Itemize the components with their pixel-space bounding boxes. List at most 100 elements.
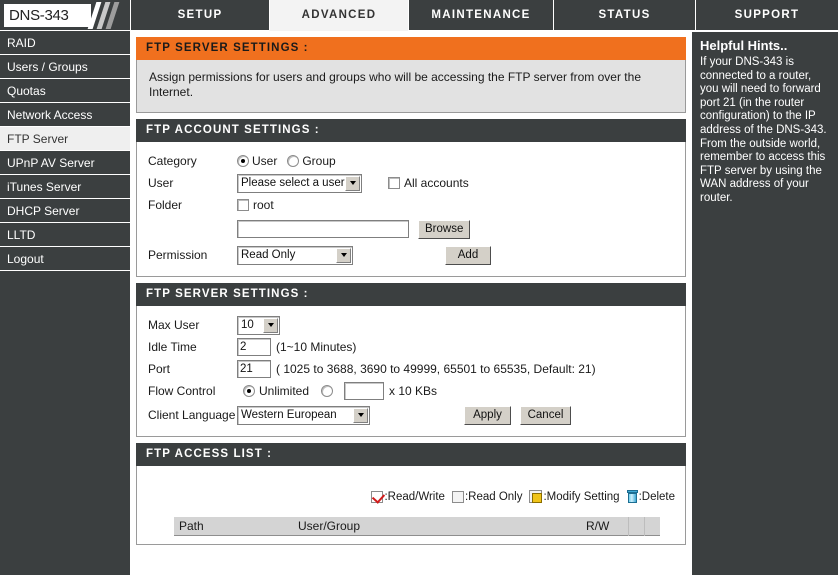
ftp-server-form: Max User 10 Idle Time (1~10 Minute: [137, 306, 685, 436]
flow-unlimited-radio[interactable]: [243, 385, 255, 397]
all-accounts-label: All accounts: [404, 176, 469, 190]
port-row: Port ( 1025 to 3688, 3690 to 49999, 6550…: [137, 358, 685, 380]
sidebar-item-logout[interactable]: Logout: [0, 247, 130, 271]
folder-row: Folder root: [137, 194, 685, 216]
browse-button[interactable]: Browse: [418, 219, 471, 239]
tab-status[interactable]: STATUS: [553, 0, 695, 31]
flow-rate-unit: x 10 KBs: [389, 384, 438, 398]
root-label: root: [253, 198, 274, 212]
sidebar-item-raid[interactable]: RAID: [0, 31, 130, 55]
chevron-down-icon: [353, 407, 368, 423]
permission-label: Permission: [148, 248, 208, 262]
max-user-select[interactable]: 10: [237, 315, 280, 335]
user-fields: Please select a user All accounts: [237, 173, 685, 193]
flow-rate-input[interactable]: [344, 382, 385, 400]
ftp-account-settings-panel: FTP ACCOUNT SETTINGS : Category User Gro…: [136, 119, 686, 277]
tab-setup[interactable]: SETUP: [131, 0, 269, 31]
client-language-select-value: Western European: [241, 409, 337, 421]
root-checkbox[interactable]: [237, 199, 249, 211]
ftp-server-settings-title: FTP SERVER SETTINGS :: [136, 283, 686, 306]
ftp-server-intro-title: FTP SERVER SETTINGS :: [136, 37, 686, 60]
idle-time-row: Idle Time (1~10 Minutes): [137, 336, 685, 358]
access-list-legend: :Read/Write :Read Only :Modify Setting :…: [137, 490, 675, 503]
apply-button[interactable]: Apply: [464, 405, 511, 425]
cancel-button[interactable]: Cancel: [520, 405, 571, 425]
sidebar-item-upnp-av-server[interactable]: UPnP AV Server: [0, 151, 130, 175]
permission-row: Permission Read Only Add: [137, 244, 685, 266]
port-fields: ( 1025 to 3688, 3690 to 49999, 65501 to …: [237, 360, 685, 378]
folder-path-input[interactable]: [237, 220, 409, 238]
flow-unlimited-label: Unlimited: [259, 384, 310, 398]
flow-control-label: Flow Control: [148, 384, 216, 398]
flow-control-fields: Unlimited x 10 KBs: [237, 382, 685, 400]
legend-delete-label: :Delete: [638, 490, 675, 503]
ftp-account-settings-body: Category User Group User Please select a…: [136, 142, 686, 277]
ftp-server-settings-panel: FTP SERVER SETTINGS : Max User 10 Idle T…: [136, 283, 686, 437]
max-user-fields: 10: [237, 315, 685, 335]
tab-maintenance[interactable]: MAINTENANCE: [408, 0, 553, 31]
permission-select[interactable]: Read Only: [237, 245, 353, 265]
idle-time-input[interactable]: [237, 338, 271, 356]
access-list-table-header: Path User/Group R/W: [174, 516, 660, 536]
logo-text: DNS-343: [4, 4, 91, 27]
legend-modify-setting: :Modify Setting: [529, 490, 620, 503]
folder-fields: root: [237, 198, 685, 212]
sidebar-item-itunes-server[interactable]: iTunes Server: [0, 175, 130, 199]
idle-time-hint: (1~10 Minutes): [276, 340, 357, 354]
permission-fields: Read Only Add: [237, 245, 685, 265]
client-language-fields: Western European Apply Cancel: [237, 405, 685, 425]
add-button[interactable]: Add: [445, 245, 491, 265]
sidebar-item-dhcp-server[interactable]: DHCP Server: [0, 199, 130, 223]
chevron-down-icon: [345, 175, 360, 191]
user-row: User Please select a user All accounts: [137, 172, 685, 194]
max-user-label: Max User: [148, 318, 200, 332]
folder-path-fields: Browse: [237, 219, 685, 239]
category-user-label: User: [252, 154, 278, 168]
legend-read-write: :Read/Write: [371, 490, 445, 503]
tab-advanced[interactable]: ADVANCED: [269, 0, 408, 31]
column-header-user-group: User/Group: [298, 519, 361, 533]
category-fields: User Group: [237, 154, 685, 168]
category-group-label: Group: [302, 154, 336, 168]
port-input[interactable]: [237, 360, 271, 378]
category-user-radio[interactable]: [237, 155, 249, 167]
user-select[interactable]: Please select a user: [237, 173, 362, 193]
port-label: Port: [148, 362, 171, 376]
tab-support[interactable]: SUPPORT: [695, 0, 838, 31]
sidebar-item-ftp-server[interactable]: FTP Server: [0, 127, 130, 151]
helpful-hints-body: If your DNS-343 is connected to a router…: [700, 56, 827, 204]
modify-setting-icon: [529, 490, 543, 503]
ftp-access-list-panel: FTP ACCESS LIST : :Read/Write :Read Only…: [136, 443, 686, 545]
idle-time-label: Idle Time: [148, 340, 197, 354]
permission-select-value: Read Only: [241, 249, 296, 261]
main-content: FTP SERVER SETTINGS : Assign permissions…: [131, 31, 691, 575]
sidebar-item-lltd[interactable]: LLTD: [0, 223, 130, 247]
flow-control-row: Flow Control Unlimited x 10 KBs: [137, 380, 685, 402]
category-group-radio[interactable]: [287, 155, 300, 167]
helpful-hints-title: Helpful Hints..: [700, 38, 788, 53]
ftp-server-settings-body: Max User 10 Idle Time (1~10 Minute: [136, 306, 686, 437]
all-accounts-checkbox[interactable]: [388, 177, 400, 189]
user-select-value: Please select a user: [241, 177, 345, 189]
legend-delete: :Delete: [626, 490, 675, 503]
column-header-delete: [644, 516, 660, 536]
client-language-select[interactable]: Western European: [237, 405, 370, 425]
sidebar-item-quotas[interactable]: Quotas: [0, 79, 130, 103]
category-row: Category User Group: [137, 150, 685, 172]
idle-time-fields: (1~10 Minutes): [237, 338, 685, 356]
sidebar-nav: RAID Users / Groups Quotas Network Acces…: [0, 31, 130, 271]
legend-modify-setting-label: :Modify Setting: [543, 490, 620, 503]
column-header-path: Path: [179, 519, 204, 533]
flow-limited-radio[interactable]: [321, 385, 334, 397]
column-header-modify: [628, 516, 644, 536]
legend-read-only: :Read Only: [451, 490, 522, 503]
ftp-account-settings-title: FTP ACCOUNT SETTINGS :: [136, 119, 686, 142]
folder-path-row: Browse: [137, 218, 685, 240]
ftp-account-form: Category User Group User Please select a…: [137, 142, 685, 276]
page-root: DNS-343 RAID Users / Groups Quotas Netwo…: [0, 0, 838, 575]
sidebar-item-network-access[interactable]: Network Access: [0, 103, 130, 127]
ftp-server-intro-body: Assign permissions for users and groups …: [136, 60, 686, 113]
legend-read-write-label: :Read/Write: [384, 490, 445, 503]
max-user-row: Max User 10: [137, 314, 685, 336]
sidebar-item-users-groups[interactable]: Users / Groups: [0, 55, 130, 79]
